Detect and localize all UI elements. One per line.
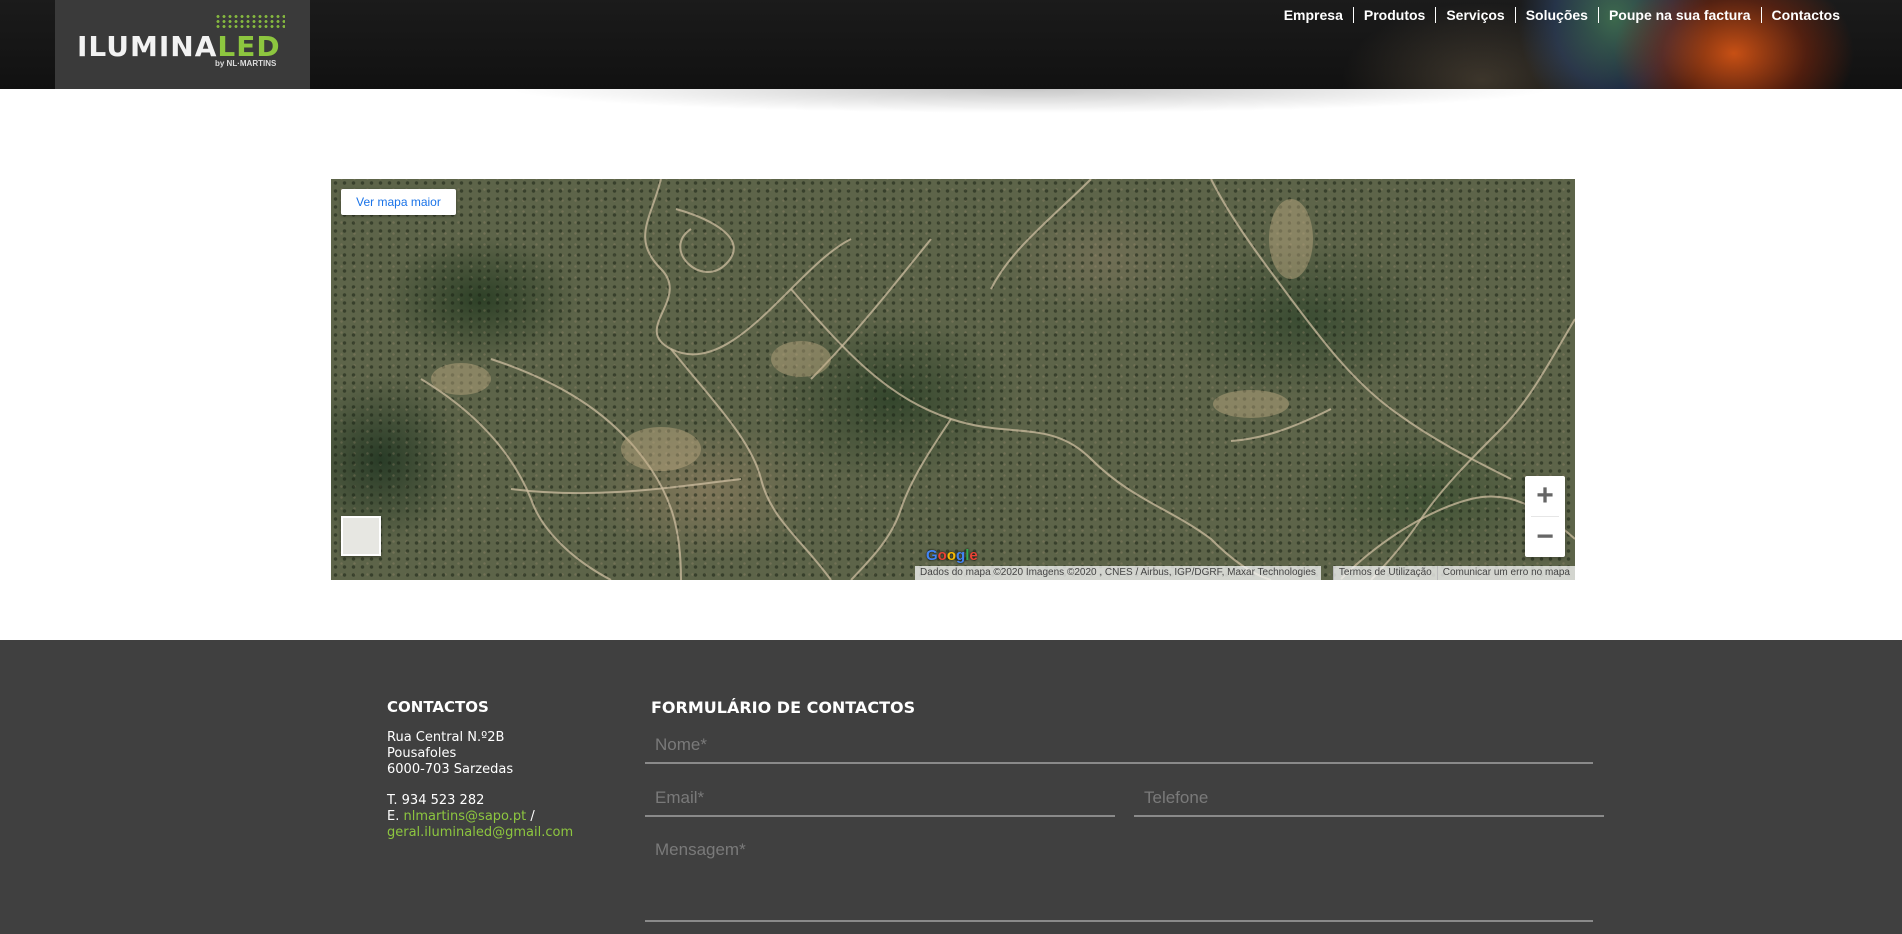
header-shadow (380, 89, 1680, 119)
terms-link[interactable]: Termos de Utilização (1332, 566, 1437, 580)
nav-item-contactos[interactable]: Contactos (1760, 7, 1840, 23)
map-type-icon[interactable] (341, 516, 381, 556)
site-footer: CONTACTOS Rua Central N.º2B Pousafoles 6… (0, 640, 1902, 934)
google-map[interactable]: Ver mapa maior + − Google Dados do mapa … (331, 179, 1575, 580)
contacts-block: CONTACTOS Rua Central N.º2B Pousafoles 6… (387, 698, 573, 841)
google-logo[interactable]: Google (926, 547, 978, 564)
logo-main-text: ILUMINA (77, 30, 218, 63)
nav-item-servicos[interactable]: Serviços (1435, 7, 1514, 23)
map-attribution: Dados do mapa ©2020 Imagens ©2020 , CNES… (915, 566, 1575, 580)
report-error-link[interactable]: Comunicar um erro no mapa (1436, 566, 1575, 580)
email-field[interactable] (645, 781, 1115, 817)
view-larger-map-button[interactable]: Ver mapa maior (341, 189, 456, 215)
logo-dots-decoration (215, 14, 285, 30)
name-field[interactable] (645, 728, 1593, 764)
phone-field[interactable] (1134, 781, 1604, 817)
nav-item-produtos[interactable]: Produtos (1352, 7, 1435, 23)
zoom-control: + − (1525, 476, 1565, 557)
contacts-heading: CONTACTOS (387, 698, 489, 716)
email-line: E. nlmartins@sapo.pt / (387, 809, 535, 824)
map-data-credits: Dados do mapa ©2020 Imagens ©2020 , CNES… (915, 566, 1321, 580)
email-link-sapo[interactable]: nlmartins@sapo.pt (404, 809, 527, 824)
zoom-out-icon[interactable]: − (1525, 517, 1565, 557)
address-line-3: 6000-703 Sarzedas (387, 762, 514, 777)
logo[interactable]: ILUMINALED by NL·MARTINS (55, 0, 310, 89)
address-line-2: Pousafoles (387, 746, 457, 761)
map-roads (420, 179, 1575, 580)
site-header: ILUMINALED by NL·MARTINS Empresa Produto… (0, 0, 1902, 89)
nav-item-empresa[interactable]: Empresa (1274, 7, 1353, 23)
phone-number: T. 934 523 282 (387, 793, 485, 808)
zoom-in-icon[interactable]: + (1525, 476, 1565, 516)
logo-subtitle: by NL·MARTINS (215, 59, 277, 68)
message-field[interactable] (645, 834, 1593, 922)
nav-item-poupe[interactable]: Poupe na sua factura (1597, 7, 1761, 23)
email-line-2: geral.iluminaled@gmail.com (387, 825, 573, 841)
email-link-gmail[interactable]: geral.iluminaled@gmail.com (387, 825, 573, 840)
address-line-1: Rua Central N.º2B (387, 730, 505, 745)
main-nav: Empresa Produtos Serviços Soluções Poupe… (1274, 7, 1840, 23)
nav-item-solucoes[interactable]: Soluções (1514, 7, 1598, 23)
form-title: FORMULÁRIO DE CONTACTOS (651, 698, 916, 717)
